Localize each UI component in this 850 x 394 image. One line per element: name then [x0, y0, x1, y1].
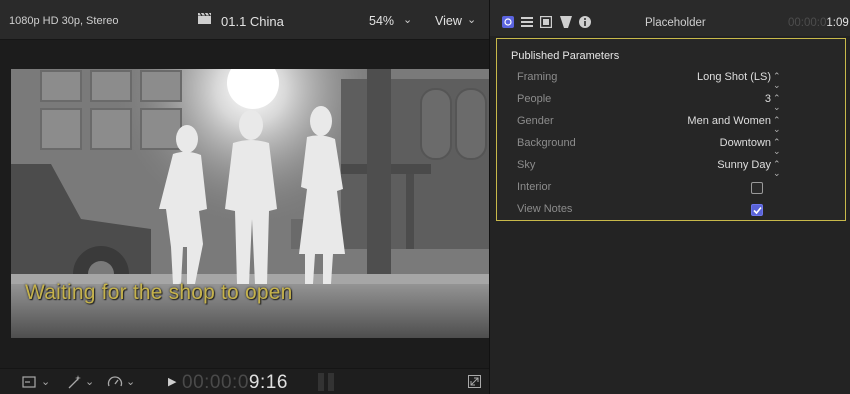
info-icon[interactable] — [579, 16, 591, 28]
chevron-down-icon[interactable]: ⌄ — [467, 13, 476, 26]
video-frame[interactable]: Waiting for the shop to open — [11, 69, 489, 338]
param-value[interactable]: 3 — [765, 93, 771, 105]
timecode-bright: 9:16 — [248, 372, 288, 393]
video-inspector-icon[interactable] — [540, 16, 552, 28]
param-row-people[interactable]: People 3 ⌃ ⌄ — [497, 89, 845, 112]
chevron-down-icon[interactable]: ⌄ — [85, 375, 94, 391]
interior-checkbox[interactable] — [751, 182, 763, 194]
chevron-down-icon[interactable]: ⌄ — [41, 375, 50, 391]
param-label: Gender — [517, 115, 554, 127]
param-row-background[interactable]: Background Downtown ⌃ ⌄ — [497, 133, 845, 156]
param-row-framing[interactable]: Framing Long Shot (LS) ⌃ ⌄ — [497, 67, 845, 90]
viewer-header: 1080p HD 30p, Stereo 01.1 China 54% ⌄ Vi… — [0, 0, 489, 40]
speedometer-icon[interactable] — [107, 374, 123, 390]
view-menu[interactable]: View — [435, 14, 462, 28]
chevron-down-icon[interactable]: ⌄ — [403, 13, 412, 26]
inspector-header: Placeholder 00:00:01:09 — [490, 0, 850, 36]
param-value[interactable]: Downtown — [720, 137, 771, 149]
text-inspector-icon[interactable] — [521, 16, 533, 28]
timecode-display: 00:00:09:16 — [182, 372, 288, 394]
filter-inspector-icon[interactable] — [560, 16, 572, 28]
chevron-down-icon[interactable]: ⌄ — [126, 375, 135, 391]
inspector-timecode-bright: 1:09 — [826, 17, 849, 29]
param-row-sky[interactable]: Sky Sunny Day ⌃ ⌄ — [497, 155, 845, 178]
stepper-icon[interactable]: ⌃ ⌄ — [773, 94, 781, 112]
view-notes-checkbox[interactable] — [751, 204, 763, 216]
param-value[interactable]: Long Shot (LS) — [697, 71, 771, 83]
audio-meter-icon — [318, 373, 336, 391]
param-row-view-notes[interactable]: View Notes — [497, 199, 845, 221]
clapperboard-icon — [198, 12, 211, 24]
checkmark-icon — [753, 206, 762, 215]
param-row-gender[interactable]: Gender Men and Women ⌃ ⌄ — [497, 111, 845, 134]
fullscreen-icon[interactable] — [468, 375, 481, 388]
viewer-footer: ⌄ ⌄ ⌄ ▶ 00:00:09:16 — [0, 368, 489, 394]
param-value[interactable]: Men and Women — [687, 115, 771, 127]
inspector-title: Placeholder — [645, 17, 706, 29]
param-label: Interior — [517, 181, 552, 193]
stepper-icon[interactable]: ⌃ ⌄ — [773, 72, 781, 90]
param-label: Background — [517, 137, 576, 149]
generator-inspector-icon[interactable] — [502, 16, 514, 28]
section-title: Published Parameters — [511, 50, 620, 62]
param-value[interactable]: Sunny Day — [717, 159, 771, 171]
timecode-dim: 00:00:0 — [182, 372, 249, 393]
viewer-pane: 1080p HD 30p, Stereo 01.1 China 54% ⌄ Vi… — [0, 0, 489, 394]
subtitle-overlay: Waiting for the shop to open — [25, 281, 293, 304]
stepper-icon[interactable]: ⌃ ⌄ — [773, 116, 781, 134]
clip-name[interactable]: 01.1 China — [221, 14, 284, 29]
param-row-interior[interactable]: Interior — [497, 177, 845, 199]
format-label: 1080p HD 30p, Stereo — [9, 15, 119, 27]
param-label: Framing — [517, 71, 558, 83]
inspector-pane: Placeholder 00:00:01:09 Published Parame… — [489, 0, 850, 394]
layout-icon[interactable] — [22, 374, 36, 390]
stepper-icon[interactable]: ⌃ ⌄ — [773, 160, 781, 178]
inspector-timecode-dim: 00:00:0 — [788, 17, 827, 29]
inspector-timecode: 00:00:01:09 — [788, 17, 849, 29]
param-label: Sky — [517, 159, 536, 171]
magic-wand-icon[interactable] — [66, 374, 82, 390]
play-icon[interactable]: ▶ — [168, 375, 176, 388]
published-parameters-section: Published Parameters Framing Long Shot (… — [496, 38, 846, 221]
stepper-icon[interactable]: ⌃ ⌄ — [773, 138, 781, 156]
zoom-level[interactable]: 54% — [369, 14, 394, 28]
param-label: People — [517, 93, 552, 105]
param-label: View Notes — [517, 203, 573, 215]
